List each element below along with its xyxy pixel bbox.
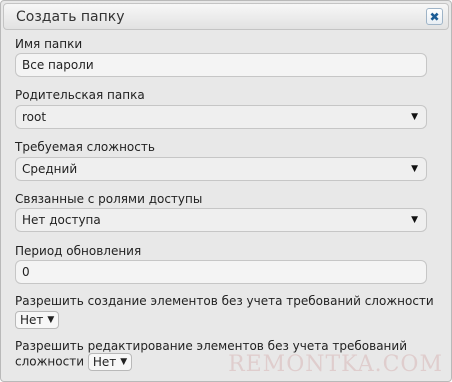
complexity-select[interactable]: Средний ▼ [15,157,427,181]
create-folder-dialog: Создать папку ✖ Имя папки Все пароли Род… [0,0,452,382]
allow-create-row: Нет ▼ [15,309,60,329]
triangle-down-icon: ▼ [120,357,128,367]
dialog-titlebar[interactable]: Создать папку ✖ [3,3,449,30]
allow-edit-value: Нет [92,355,117,369]
allow-edit-label: Разрешить редактирование элементов без у… [15,339,407,353]
folder-name-label: Имя папки [15,37,83,51]
folder-name-input[interactable]: Все пароли [15,53,427,77]
allow-edit-label-continued: сложности [15,354,84,369]
allow-create-label: Разрешить создание элементов без учета т… [15,294,434,308]
close-icon: ✖ [429,9,440,24]
triangle-down-icon: ▼ [47,314,55,325]
renewal-period-value: 0 [22,265,30,279]
complexity-label: Требуемая сложность [15,140,155,154]
parent-folder-select[interactable]: root ▼ [15,105,427,129]
triangle-down-icon: ▼ [411,112,418,122]
allow-create-value: Нет [20,312,44,327]
allow-create-select[interactable]: Нет ▼ [15,310,60,329]
triangle-down-icon: ▼ [411,215,418,225]
dialog-title: Создать папку [16,9,125,25]
watermark: REMONTKA.COM [228,352,443,377]
role-access-select[interactable]: Нет доступа ▼ [15,208,427,232]
complexity-value: Средний [22,162,78,176]
triangle-down-icon: ▼ [411,164,418,174]
allow-edit-select[interactable]: Нет ▼ [87,353,133,371]
renewal-period-input[interactable]: 0 [15,260,427,284]
role-access-label: Связанные с ролями доступы [15,192,203,206]
close-button[interactable]: ✖ [426,8,443,25]
role-access-value: Нет доступа [22,213,101,227]
allow-edit-row: сложности Нет ▼ [15,353,133,371]
parent-folder-label: Родительская папка [15,88,145,102]
dialog-content: Имя папки Все пароли Родительская папка … [1,31,451,381]
parent-folder-value: root [22,110,47,124]
renewal-period-label: Период обновления [15,244,142,258]
folder-name-value: Все пароли [22,58,94,72]
